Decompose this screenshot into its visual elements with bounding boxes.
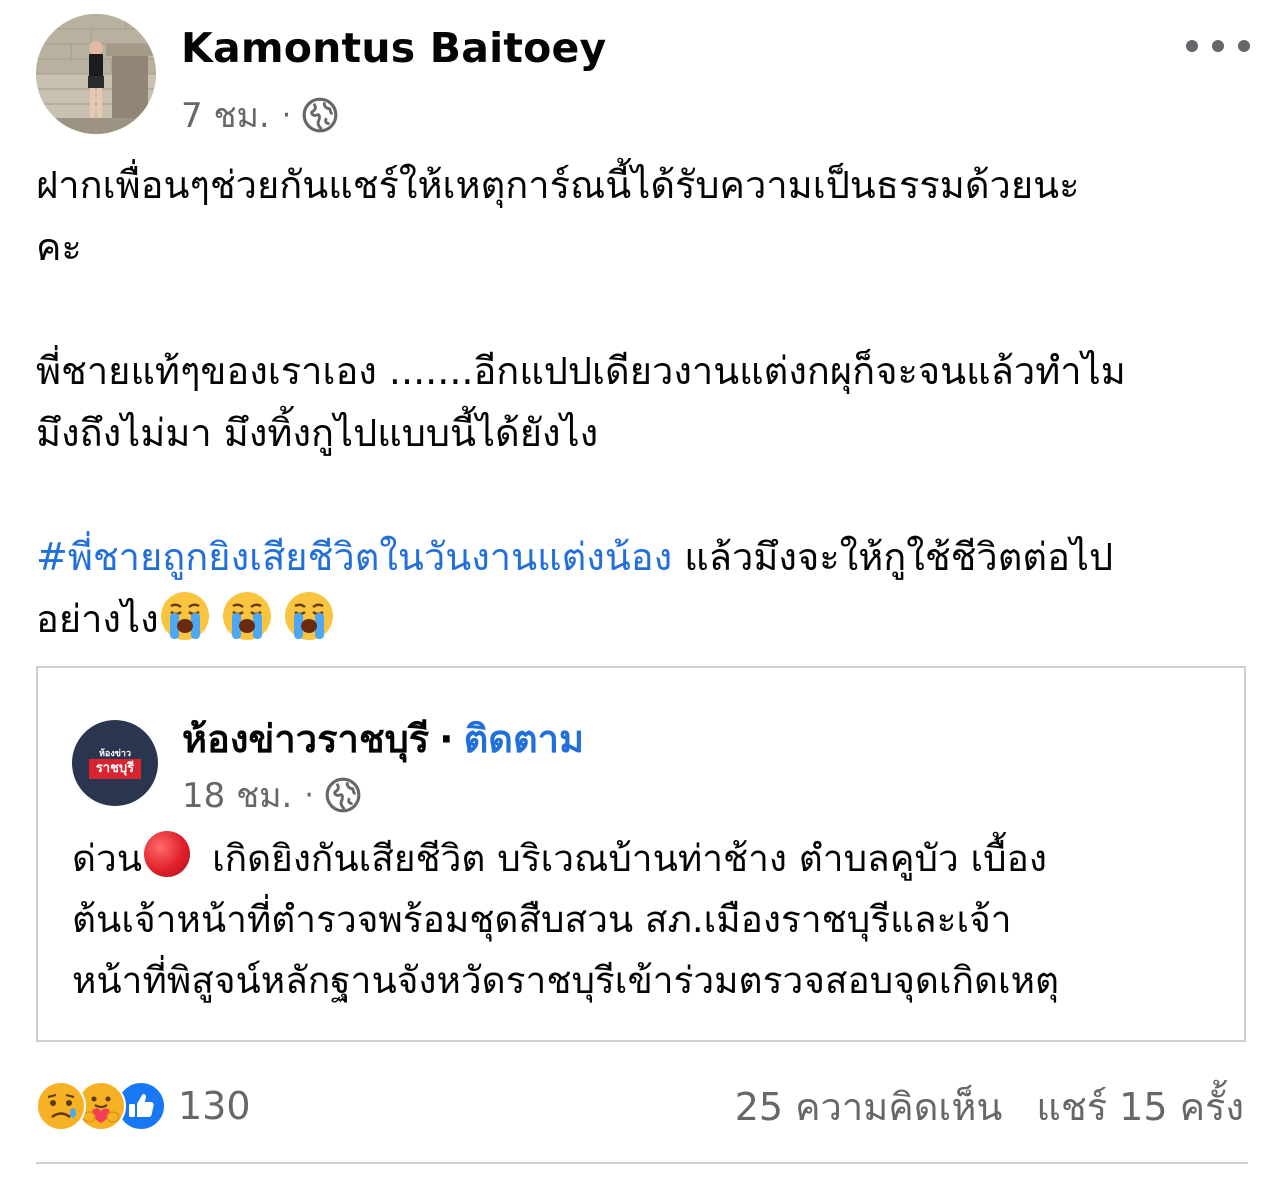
page-avatar-box-text: ราชบุรี bbox=[89, 759, 141, 779]
shared-line: หน้าที่พิสูจน์หลักฐานจังหวัดราชบุรีเข้าร… bbox=[72, 959, 1060, 1002]
post-hashtag-line: #พี่ชายถูกยิงเสียชีวิตในวันงานแต่งน้อง แ… bbox=[36, 526, 1251, 588]
post-line-text: แล้วมึงจะให้กูใช้ชีวิตต่อไป bbox=[672, 535, 1114, 579]
follow-button[interactable]: ติดตาม bbox=[464, 717, 584, 761]
crying-face-icon bbox=[160, 592, 209, 640]
crying-face-icon bbox=[222, 592, 271, 640]
shared-post-text: ด่วน เกิดยิงกันเสียชีวิต บริเวณบ้านท่าช้า… bbox=[72, 828, 1222, 1011]
post-line: คะ bbox=[36, 225, 82, 269]
meta-separator: · bbox=[304, 777, 314, 813]
post-line: มึงถึงไม่มา มึงทิ้งกูไปแบบนี้ได้ยังไง bbox=[36, 411, 599, 455]
globe-icon[interactable] bbox=[301, 96, 339, 134]
page-avatar-top-text: ห้องข่าว bbox=[99, 749, 131, 759]
shared-line: ด่วน เกิดยิงกันเสียชีวิต บริเวณบ้านท่าช้า… bbox=[72, 828, 1222, 889]
post-time[interactable]: 7 ชม. bbox=[181, 88, 270, 142]
shared-post-meta: 18 ชม. · bbox=[182, 772, 362, 818]
meta-separator: · bbox=[281, 97, 292, 133]
shared-line: ต้นเจ้าหน้าที่ตำรวจพร้อมชุดสืบสวน สภ.เมื… bbox=[72, 898, 1012, 941]
more-dot bbox=[1238, 40, 1250, 52]
post-line: ฝากเพื่อนๆช่วยกันแชร์ให้เหตุการ์ณนี้ได้ร… bbox=[36, 163, 1080, 207]
post-line-text: อย่างไง bbox=[36, 597, 159, 641]
shared-post-time[interactable]: 18 ชม. bbox=[182, 768, 292, 822]
shares-count[interactable]: แชร์ 15 ครั้ง bbox=[1036, 1076, 1244, 1137]
avatar-photo bbox=[36, 14, 156, 134]
reaction-count[interactable]: 130 bbox=[178, 1084, 251, 1128]
author-avatar[interactable] bbox=[36, 14, 156, 134]
footer-divider bbox=[36, 1162, 1248, 1164]
more-dot bbox=[1186, 40, 1198, 52]
crying-face-icon bbox=[284, 592, 333, 640]
shared-post-card[interactable]: ห้องข่าว ราชบุรี ห้องข่าวราชบุรี · ติดตาม … bbox=[36, 666, 1246, 1042]
shared-line-text: เกิดยิงกันเสียชีวิต บริเวณบ้านท่าช้าง ตำ… bbox=[212, 837, 1047, 880]
page-name[interactable]: ห้องข่าวราชบุรี bbox=[182, 717, 429, 761]
author-name[interactable]: Kamontus Baitoey bbox=[181, 24, 606, 72]
more-dot bbox=[1212, 40, 1224, 52]
globe-icon[interactable] bbox=[324, 776, 362, 814]
page-avatar[interactable]: ห้องข่าว ราชบุรี bbox=[72, 720, 158, 806]
comments-count[interactable]: 25 ความคิดเห็น bbox=[735, 1076, 1003, 1137]
post-meta: 7 ชม. · bbox=[181, 92, 339, 138]
page-separator: · bbox=[439, 717, 454, 761]
post-line: พี่ชายแท้ๆของเราเอง .......อีกแปปเดียวงา… bbox=[36, 349, 1126, 393]
reactions-summary[interactable]: 130 bbox=[36, 1078, 251, 1134]
post-stats: 25 ความคิดเห็น แชร์ 15 ครั้ง bbox=[735, 1078, 1244, 1134]
post-last-line: อย่างไง bbox=[36, 588, 1251, 650]
hashtag-link[interactable]: #พี่ชายถูกยิงเสียชีวิตในวันงานแต่งน้อง bbox=[36, 535, 672, 579]
sad-reaction-icon bbox=[36, 1081, 86, 1131]
red-circle-icon bbox=[144, 831, 191, 877]
post-text: ฝากเพื่อนๆช่วยกันแชร์ให้เหตุการ์ณนี้ได้ร… bbox=[36, 154, 1251, 650]
feed-post: Kamontus Baitoey 7 ชม. · ฝากเพื่อนๆช่วยก… bbox=[0, 0, 1272, 1192]
shared-first-word: ด่วน bbox=[72, 837, 143, 880]
page-name-row: ห้องข่าวราชบุรี · ติดตาม bbox=[182, 708, 584, 769]
more-options-button[interactable] bbox=[1186, 26, 1250, 66]
